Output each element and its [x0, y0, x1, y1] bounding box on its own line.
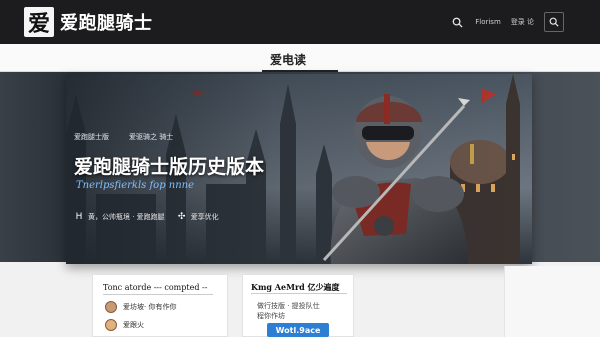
side-panel — [504, 266, 600, 337]
card-badge[interactable]: Wotl.9ace — [267, 323, 329, 337]
hero-meta-feature-text: 爱享优化 — [190, 213, 219, 221]
site-logo[interactable]: 爱 爱跑腿骑士 — [24, 6, 153, 38]
section-title[interactable]: 爱电读 — [270, 51, 306, 68]
hero-eyebrow: 爱跑腿士版 爱驱骑之 骑士 — [74, 132, 173, 142]
section-tab-bar: 爱电读 — [0, 44, 600, 72]
login-label: 登录 论 — [510, 18, 534, 26]
logo-text: 爱跑腿骑士 — [60, 13, 153, 34]
sparkle-icon: ✣ — [177, 212, 186, 222]
card-text-line: 程你作坊 — [257, 312, 285, 320]
avatar — [105, 301, 117, 313]
list-item[interactable]: 爱跟火 — [105, 319, 144, 331]
card-title: Tonc atorde --- compted -- — [103, 283, 208, 292]
hero-eyebrow-item[interactable]: 爱跑腿士版 — [74, 132, 109, 142]
hero-banner[interactable]: 爱跑腿士版 爱驱骑之 骑士 爱跑腿骑士版历史版本 Tnerlpsfierkls … — [66, 74, 532, 264]
hero-title[interactable]: 爱跑腿骑士版历史版本 — [74, 152, 264, 179]
search-icon[interactable] — [449, 14, 465, 30]
hero-subtitle: Tnerlpsfierkls fop nnne — [76, 180, 195, 191]
h-icon: H — [75, 212, 83, 222]
hero-eyebrow-item[interactable]: 爱驱骑之 骑士 — [129, 132, 173, 142]
hero-meta-feature[interactable]: ✣ 爱享优化 — [177, 212, 219, 222]
search-button[interactable] — [544, 12, 564, 32]
top-nav: Florism 登录 论 — [449, 12, 564, 32]
top-bar: 爱 爱跑腿骑士 Florism 登录 论 — [0, 0, 600, 44]
hero-meta-author[interactable]: H 黄，公帅瓶境 · 爱跑跑腿 — [74, 212, 165, 222]
nav-link[interactable]: Florism — [475, 18, 501, 26]
card-text-line: 做行技版 · 提投队仕 — [257, 302, 320, 310]
content-card-left[interactable]: Tonc atorde --- compted -- 爱坊坡· 你有作你 爱跟火 — [92, 274, 228, 337]
logo-mark: 爱 — [24, 7, 54, 37]
hero-meta-author-text: 黄，公帅瓶境 · 爱跑跑腿 — [88, 213, 165, 221]
list-item-label: 爱坊坡· 你有作你 — [123, 303, 177, 311]
card-title: Kmg AeMrd 亿少遍度 — [251, 282, 340, 292]
divider — [251, 293, 347, 294]
login-box[interactable]: 登录 论 — [511, 17, 534, 27]
magnifier-icon — [549, 17, 559, 27]
list-item-label: 爱跟火 — [123, 321, 144, 329]
list-item[interactable]: 爱坊坡· 你有作你 — [105, 301, 176, 313]
content-card-mid[interactable]: Kmg AeMrd 亿少遍度 做行技版 · 提投队仕 程你作坊 Wotl.9ac… — [242, 274, 354, 337]
card-text: 做行技版 · 提投队仕 程你作坊 — [257, 301, 320, 321]
hero-meta: H 黄，公帅瓶境 · 爱跑跑腿 ✣ 爱享优化 — [74, 212, 219, 222]
avatar — [105, 319, 117, 331]
divider — [103, 294, 213, 295]
